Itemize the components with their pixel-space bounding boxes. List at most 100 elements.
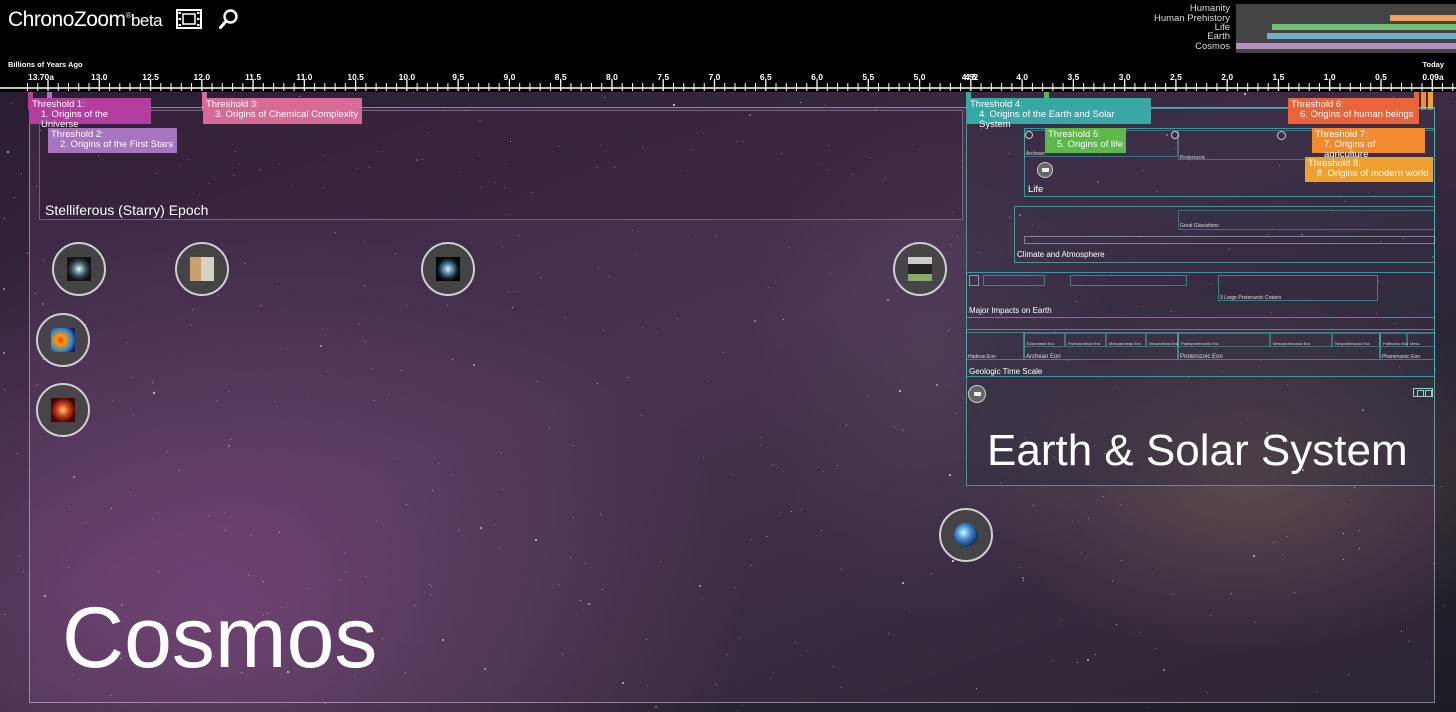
timeline-canvas[interactable]: Cosmos Stelliferous (Starry) Epoch Earth… (0, 92, 1456, 712)
geo-era-box[interactable]: Neoproterozoic Era (1332, 333, 1380, 347)
star (603, 97, 605, 99)
film-icon[interactable] (176, 8, 202, 35)
ruler-marker-today: 0.09a (1422, 72, 1444, 82)
app-logo[interactable]: ChronoZoom®beta (8, 8, 163, 32)
ruler-tick-label: 7.5 (657, 72, 670, 82)
threshold-2[interactable]: Threshold 2: 2. Origins of the First Sta… (48, 128, 177, 153)
geo-archean-label: Archean Eon (1026, 354, 1061, 360)
geo-era-label: Neoarchean Era (1149, 341, 1179, 346)
star (16, 453, 18, 455)
threshold-8[interactable]: Threshold 8: 8. Origins of modern world (1305, 157, 1433, 182)
search-icon[interactable] (218, 8, 240, 35)
star (1453, 100, 1455, 102)
geo-era-box[interactable]: Neoarchean Era (1146, 333, 1178, 347)
ruler-tick-label: 2.0 (1221, 72, 1234, 82)
threshold-8-subtitle: 8. Origins of modern world (1317, 168, 1429, 179)
navigator-label-cosmos: Cosmos (1195, 41, 1230, 52)
star (824, 104, 826, 106)
ruler-tick-label: 10.5 (347, 72, 364, 82)
navigator-panel[interactable] (1236, 4, 1456, 53)
star (18, 554, 20, 556)
geo-era-box[interactable]: Meso (1407, 333, 1435, 347)
photo-thumbnail-icon (908, 257, 932, 281)
navigator-bar-humanity (1390, 15, 1456, 21)
timeline-title-stelliferous[interactable]: Stelliferous (Starry) Epoch (45, 202, 208, 218)
exhibit-badge-icon[interactable] (968, 385, 986, 403)
collapse-icon[interactable] (1171, 131, 1179, 139)
geo-era-box[interactable]: Paleoarchean Era (1065, 333, 1106, 347)
threshold-1[interactable]: Threshold 1: 1. Origins of the Universe (29, 98, 151, 130)
ruler-tick-label: 10.0 (398, 72, 416, 82)
nebula-thumbnail-icon (51, 398, 75, 422)
exhibit-nebula[interactable] (36, 383, 90, 437)
geo-era-box[interactable]: Paleozoic Era (1380, 333, 1408, 347)
geo-hadean-label: Hadean Eon (968, 354, 996, 360)
geo-era-box[interactable]: Mesoarchean Era (1106, 333, 1146, 347)
timeline-impact-1[interactable] (969, 275, 979, 286)
timeline-impact-3[interactable] (1070, 275, 1187, 286)
geo-era-label: Neoproterozoic Era (1335, 341, 1370, 346)
star (4, 389, 6, 391)
geo-era-label: Paleozoic Era (1383, 341, 1408, 346)
star (2, 287, 5, 290)
spiral-galaxy-thumbnail-icon (436, 257, 460, 281)
exhibit-spiral-galaxy[interactable] (421, 242, 475, 296)
timeline-impact-2[interactable] (983, 275, 1045, 286)
timeline-climate-bar[interactable] (1024, 236, 1435, 244)
exhibit-photo[interactable] (893, 242, 947, 296)
timeline-title-geologic[interactable]: Geologic Time Scale (969, 367, 1042, 376)
threshold-7[interactable]: Threshold 7: 7. Origins of agriculture (1312, 128, 1425, 160)
star (1443, 606, 1445, 608)
timeline-title-cosmos[interactable]: Cosmos (62, 589, 377, 688)
ruler-tick-label: 2.5 (1170, 72, 1182, 82)
beta-badge: beta (130, 11, 163, 30)
time-ruler[interactable]: Billions of Years Ago Today 13.0 12.5 12.0… (0, 58, 1456, 92)
star (741, 704, 743, 706)
cmb-map-thumbnail-icon (51, 328, 75, 352)
ruler-tick-label: 0.5 (1375, 72, 1387, 82)
collapse-icon[interactable] (1025, 131, 1033, 139)
geo-era-label: Meso (1410, 341, 1420, 346)
expand-icon[interactable] (1413, 388, 1433, 397)
ruler-tick-label: 12.5 (142, 72, 159, 82)
chronozoom-app: ChronoZoom®beta Humanity Human Prehistor… (0, 0, 1456, 712)
exhibit-galaxy[interactable] (52, 242, 106, 296)
geo-era-label: Paleoproterozoic Era (1181, 341, 1219, 346)
exhibit-badge-icon[interactable] (1037, 162, 1053, 178)
star (7, 151, 10, 154)
threshold-3[interactable]: Threshold 3: 3. Origins of Chemical Comp… (203, 98, 362, 124)
threshold-3-subtitle: 3. Origins of Chemical Complexity (215, 109, 359, 120)
star (800, 102, 802, 104)
geo-era-box[interactable]: Paleoproterozoic Era (1178, 333, 1270, 347)
app-name: ChronoZoom (8, 8, 126, 31)
threshold-6[interactable]: Threshold 6: 6. Origins of human beings (1288, 98, 1419, 124)
life-proterozoic-label: Proterozoic (1180, 155, 1206, 161)
ruler-tick-label: 3.5 (1067, 72, 1080, 82)
ruler-tick-label: 4.0 (1016, 72, 1029, 82)
earth-globe-thumbnail-icon (954, 523, 978, 547)
timeline-title-life[interactable]: Life (1028, 184, 1043, 195)
exhibit-lecture[interactable] (175, 242, 229, 296)
timeline-navigator[interactable]: Humanity Human Prehistory Life Earth Cos… (1140, 3, 1456, 53)
exhibit-earth-globe[interactable] (939, 508, 993, 562)
ruler-tick-label: 3.0 (1118, 72, 1131, 82)
geo-era-box[interactable]: Mesoproterozoic Era (1270, 333, 1332, 347)
star (11, 103, 13, 105)
climate-note-label: Great Glaciations (1180, 223, 1219, 229)
star (1441, 485, 1443, 487)
exhibit-cmb-map[interactable] (36, 313, 90, 367)
threshold-5[interactable]: Threshold 5: 5. Origins of life (1045, 128, 1126, 153)
threshold-6-subtitle: 6. Origins of human beings (1300, 109, 1414, 120)
galaxy-thumbnail-icon (67, 257, 91, 281)
star (13, 196, 15, 198)
timeline-title-impacts[interactable]: Major Impacts on Earth (969, 306, 1052, 315)
ruler-ticks (0, 80, 1456, 91)
threshold-4[interactable]: Threshold 4: 4. Origins of the Earth and… (967, 98, 1151, 130)
collapse-icon[interactable] (1277, 131, 1286, 140)
registered-mark-icon: ® (125, 11, 132, 20)
timeline-title-climate[interactable]: Climate and Atmosphere (1017, 250, 1105, 259)
threshold-1-subtitle: 1. Origins of the Universe (41, 109, 109, 130)
geo-era-box[interactable]: Eoarchean Era (1024, 333, 1065, 347)
timeline-title-earth[interactable]: Earth & Solar System (987, 426, 1408, 476)
star (21, 172, 23, 174)
